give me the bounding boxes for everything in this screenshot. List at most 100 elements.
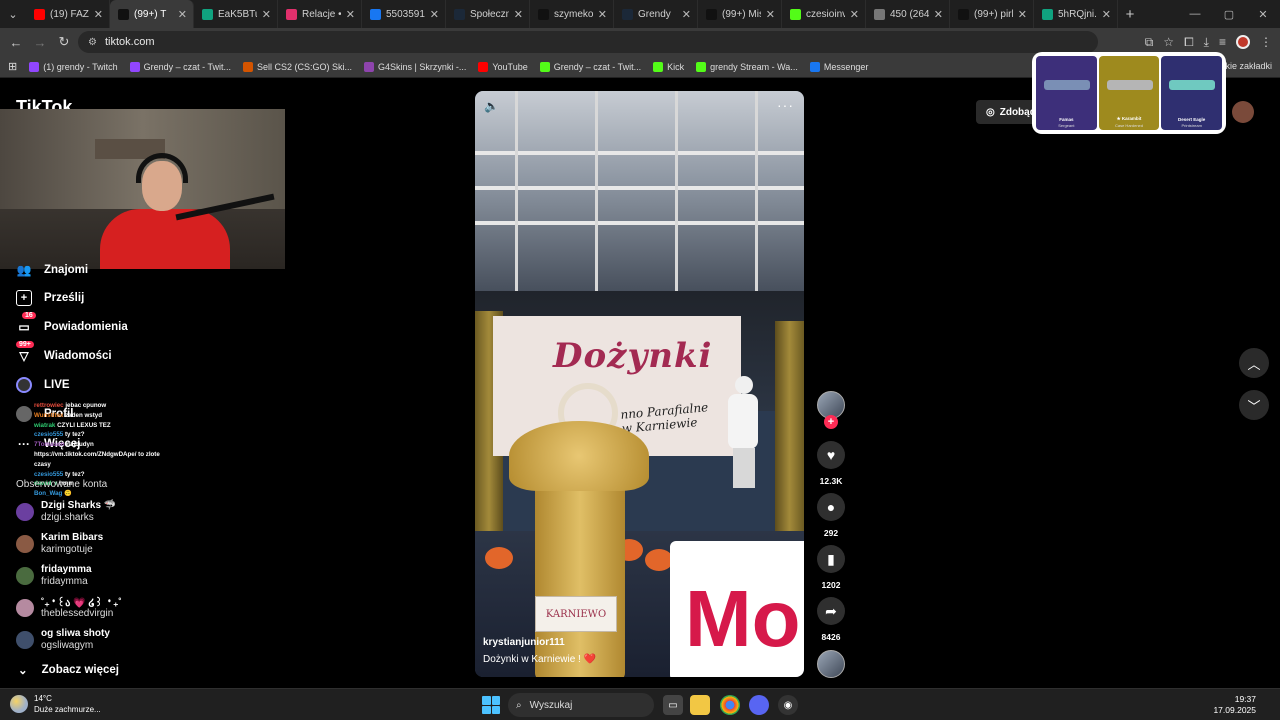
followed-account[interactable]: Dzigi Sharks 🦈 dzigi.sharks [16, 499, 296, 525]
music-disc-icon[interactable] [817, 650, 845, 678]
system-clock[interactable]: 19:37 17.09.2025 [1213, 694, 1256, 716]
task-view-icon[interactable]: ▭ [663, 695, 683, 715]
volume-icon[interactable]: 🔈 [484, 99, 499, 113]
site-info-icon[interactable]: ⚙ [88, 37, 97, 48]
video-author[interactable]: krystianjunior111 [483, 637, 565, 648]
windows-start-icon[interactable] [482, 696, 500, 714]
skin-finish: Sergeant [1058, 123, 1075, 128]
chrome-icon[interactable] [720, 695, 740, 715]
bookmark-item[interactable]: G4Skins | Skrzynki -... [364, 61, 466, 72]
discord-icon[interactable] [749, 695, 769, 715]
weather-widget[interactable]: 14°C Duże zachmurze... [10, 693, 101, 715]
download-icon[interactable]: ⤓ [1204, 35, 1209, 50]
bookmark-item[interactable]: (1) grendy - Twitch [29, 61, 118, 72]
nav-friends[interactable]: 👥 Znajomi [16, 262, 89, 278]
close-tab-icon[interactable]: ✕ [1102, 8, 1111, 21]
following-section-title: Obserwowane konta [16, 479, 108, 490]
bookmark-item[interactable]: Sell CS2 (CS:GO) Ski... [242, 61, 352, 72]
toolbar-right: ⧉ ☆ ⧠ ⤓ ≡ ⋮ [1145, 31, 1272, 53]
browser-tab[interactable]: Relacje • In ✕ [278, 0, 362, 28]
close-tab-icon[interactable]: ✕ [514, 8, 523, 21]
bookmark-favicon-icon [539, 61, 550, 72]
bookmark-item[interactable]: Grendy – czat - Twit... [129, 61, 231, 72]
browser-tab[interactable]: 450 (264 ✕ [866, 0, 950, 28]
video-player[interactable]: Dożynki nno Parafialne w Karniewie KARNI… [475, 91, 804, 677]
chat-message: wiatrak CZYLI LEXUS TEZ [34, 421, 234, 431]
media-icon[interactable]: ≡ [1219, 35, 1226, 49]
close-tab-icon[interactable]: ✕ [430, 8, 439, 21]
tab-search-icon[interactable]: ⌄ [0, 0, 26, 28]
weapon-icon [1106, 80, 1153, 90]
bookmark-item[interactable]: Grendy – czat - Twit... [539, 61, 641, 72]
browser-tab[interactable]: (99+) Misje ✕ [698, 0, 782, 28]
browser-tab[interactable]: (99+) pirlo ✕ [950, 0, 1034, 28]
browser-tab[interactable]: (99+) T ✕ [110, 0, 194, 28]
browser-tab[interactable]: szymekos ✕ [530, 0, 614, 28]
nav-messages[interactable]: ▽ 99+ Wiadomości [16, 341, 112, 364]
new-tab-button[interactable]: + [1118, 6, 1142, 23]
profile-avatar[interactable] [1236, 35, 1250, 49]
share-icon[interactable]: ➦ [817, 597, 845, 625]
bookmark-star-icon[interactable]: ☆ [1163, 35, 1174, 49]
obs-icon[interactable]: ◉ [778, 695, 798, 715]
extensions-icon[interactable]: ⧠ [1184, 35, 1194, 50]
bookmark-item[interactable]: Kick [653, 61, 684, 72]
browser-tab[interactable]: 5hRQjni.p ✕ [1034, 0, 1118, 28]
close-tab-icon[interactable]: ✕ [766, 8, 775, 21]
video-options-icon[interactable]: ··· [777, 97, 794, 113]
apps-icon[interactable]: ⊞ [8, 60, 17, 73]
browser-tab[interactable]: Grendy ✕ [614, 0, 698, 28]
account-handle: dzigi.sharks [41, 512, 94, 523]
previous-video-chevron-up-icon[interactable]: ︿ [1239, 348, 1269, 378]
close-tab-icon[interactable]: ✕ [346, 8, 355, 21]
close-tab-icon[interactable]: ✕ [682, 8, 691, 21]
close-window-icon[interactable]: ✕ [1246, 8, 1280, 21]
comment-icon[interactable]: ● [817, 493, 845, 521]
followed-account[interactable]: fridaymma fridaymma [16, 563, 296, 589]
close-tab-icon[interactable]: ✕ [178, 8, 187, 21]
menu-icon[interactable]: ⋮ [1260, 35, 1272, 49]
close-tab-icon[interactable]: ✕ [262, 8, 271, 21]
bookmark-item[interactable]: grendy Stream - Wa... [696, 61, 798, 72]
chat-message: Wunstitex zaden wstyd [34, 411, 234, 421]
account-handle: theblessedvirgin [41, 608, 114, 619]
close-tab-icon[interactable]: ✕ [94, 8, 103, 21]
follow-plus-icon[interactable]: + [824, 415, 838, 429]
forward-icon[interactable]: → [28, 35, 52, 50]
bookmark-item[interactable]: Messenger [809, 61, 868, 72]
close-tab-icon[interactable]: ✕ [934, 8, 943, 21]
url-field[interactable]: ⚙ tiktok.com [78, 31, 1098, 53]
like-heart-icon[interactable]: ♥ [817, 441, 845, 469]
next-video-chevron-down-icon[interactable]: ﹀ [1239, 390, 1269, 420]
share-count: 8426 [821, 632, 841, 642]
followed-account[interactable]: og sliwa shoty ogsliwagym [16, 627, 296, 653]
nav-upload[interactable]: + Prześlij [16, 290, 84, 306]
minimize-icon[interactable]: — [1178, 8, 1212, 20]
account-handle: ogsliwagym [41, 640, 94, 651]
browser-tab[interactable]: czesioinvi ✕ [782, 0, 866, 28]
browser-tab[interactable]: EaK5BTu.p ✕ [194, 0, 278, 28]
taskbar-search[interactable]: ⌕ Wyszukaj [508, 693, 654, 717]
reload-icon[interactable]: ↻ [52, 34, 76, 50]
bookmark-icon[interactable]: ▮ [817, 545, 845, 573]
back-icon[interactable]: ← [4, 35, 28, 50]
tab-title: 55035918 [386, 8, 425, 20]
close-tab-icon[interactable]: ✕ [598, 8, 607, 21]
install-icon[interactable]: ⧉ [1145, 35, 1154, 50]
close-tab-icon[interactable]: ✕ [850, 8, 859, 21]
followed-account[interactable]: Karim Bibars karimgotuje [16, 531, 296, 557]
browser-tab[interactable]: Społeczno ✕ [446, 0, 530, 28]
file-explorer-icon[interactable] [690, 695, 710, 715]
other-bookmarks[interactable]: tkie zakładki [1223, 61, 1272, 71]
skin-card: ★ Karambit Case Hardened [1098, 56, 1160, 130]
nav-live[interactable]: LIVE [16, 377, 70, 393]
bookmark-item[interactable]: YouTube [478, 61, 528, 72]
see-more-button[interactable]: ⌄ Zobacz więcej [18, 663, 119, 677]
user-avatar[interactable] [1232, 101, 1254, 123]
nav-notifications[interactable]: ▭ 16 Powiadomienia [16, 312, 128, 335]
close-tab-icon[interactable]: ✕ [1018, 8, 1027, 21]
followed-account[interactable]: ˚₊‧꒰ა 💗 ໒꒱ ‧₊˚ theblessedvirgin [16, 595, 296, 621]
browser-tab[interactable]: (19) FAZA ✕ [26, 0, 110, 28]
maximize-icon[interactable]: ▢ [1212, 8, 1246, 21]
browser-tab[interactable]: 55035918 ✕ [362, 0, 446, 28]
